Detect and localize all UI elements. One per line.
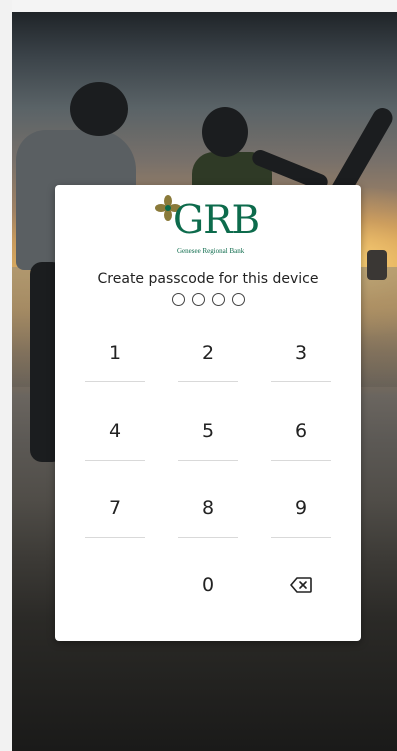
passcode-dot-3 [211,293,225,306]
key-2[interactable]: 2 [178,333,238,373]
passcode-dot-1 [171,293,185,306]
grb-logo: GRB Genesee Regional Bank [155,195,265,261]
key-divider [271,537,331,538]
key-3[interactable]: 3 [271,333,331,373]
child-head-middle [202,107,248,157]
logo-subtitle: Genesee Regional Bank [177,247,245,255]
key-divider [178,460,238,461]
key-7[interactable]: 7 [85,488,145,528]
key-divider [178,381,238,382]
backspace-icon [290,577,312,593]
key-divider [85,381,145,382]
passcode-prompt: Create passcode for this device [97,271,319,287]
backspace-button[interactable] [271,565,331,605]
logo-letters: GRB [173,198,260,243]
status-bar [12,0,397,12]
key-9[interactable]: 9 [271,488,331,528]
key-4[interactable]: 4 [85,411,145,451]
passcode-dot-2 [191,293,205,306]
key-divider [85,460,145,461]
distant-people [367,250,387,280]
passcode-dot-4 [231,293,245,306]
child-head-left [70,82,128,136]
key-6[interactable]: 6 [271,411,331,451]
key-divider [85,537,145,538]
passcode-card: GRB Genesee Regional Bank Create passcod… [55,185,361,641]
key-8[interactable]: 8 [178,488,238,528]
passcode-dots [55,293,361,306]
key-divider [178,537,238,538]
key-5[interactable]: 5 [178,411,238,451]
key-1[interactable]: 1 [85,333,145,373]
key-0[interactable]: 0 [178,565,238,605]
key-divider [271,381,331,382]
key-divider [271,460,331,461]
